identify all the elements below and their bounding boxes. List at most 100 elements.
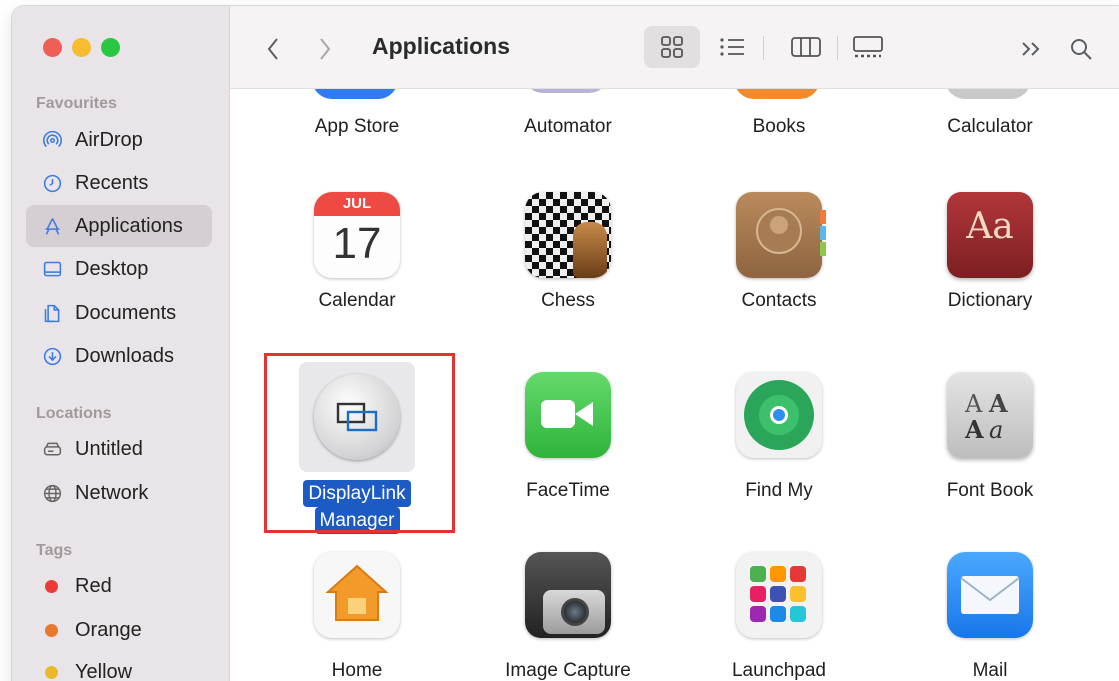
sidebar-item-applications[interactable]: Applications [26,205,212,247]
mail-icon [947,552,1033,638]
tags-heading: Tags [36,542,73,559]
favourites-heading: Favourites [36,95,117,112]
column-view-button[interactable] [778,26,834,68]
sidebar-item-desktop[interactable]: Desktop [26,248,212,290]
app-item-find-my[interactable]: Find My [679,372,879,502]
sidebar-item-label: AirDrop [75,128,143,151]
sidebar-item-label: Documents [75,301,177,324]
app-label: Dictionary [947,290,1033,311]
sidebar-item-tag-orange[interactable]: Orange [26,609,212,651]
app-item-image-capture[interactable]: Image Capture [468,552,668,681]
sidebar-item-tag-red[interactable]: Red [26,565,212,607]
minimize-button[interactable] [72,38,91,57]
books-icon [734,89,820,99]
calendar-day: 17 [332,219,382,268]
sidebar-item-label: Orange [75,618,142,641]
app-item-home[interactable]: Home [257,552,457,681]
envelope-icon [960,576,1020,614]
chevron-right-icon [320,38,331,60]
gallery-view-button[interactable] [840,26,896,68]
monitors-icon [336,402,378,432]
app-store-icon [312,89,398,99]
drive-icon [41,438,63,460]
app-label: Mail [972,660,1008,681]
app-label: Find My [745,480,813,501]
locations-heading: Locations [36,405,112,422]
sidebar-item-downloads[interactable]: Downloads [26,335,212,377]
app-item-launchpad[interactable]: Launchpad [679,552,879,681]
app-label: FaceTime [526,480,610,501]
app-label: Font Book [946,480,1034,501]
icon-grid: App Store Automator Books Calculator JUL… [230,89,1119,681]
list-icon [720,38,744,56]
chevron-double-right-icon [1022,42,1040,56]
sidebar-item-recents[interactable]: Recents [26,162,212,204]
automator-icon [523,89,609,93]
app-item-automator[interactable]: Automator [468,116,668,138]
calculator-icon [945,89,1031,99]
app-item-font-book[interactable]: A A A a Font Book [890,372,1090,502]
network-icon [41,482,63,504]
toolbar: Applications [230,6,1119,89]
grid-icon [661,36,683,58]
more-toolbar-button[interactable] [1016,36,1046,62]
font-book-icon: A A A a [947,372,1033,458]
sidebar-item-tag-yellow[interactable]: Yellow [26,651,212,681]
app-label: Calendar [318,290,396,311]
sidebar-item-label: Applications [75,214,183,237]
app-item-calculator[interactable]: Calculator [890,116,1090,138]
finder-window: Favourites AirDrop Recents Applications … [12,6,1119,681]
app-label: Automator [524,116,612,137]
sidebar-item-airdrop[interactable]: AirDrop [26,119,212,161]
app-item-app-store[interactable]: App Store [257,116,457,138]
icon-view-button[interactable] [644,26,700,68]
app-label: Books [752,116,806,137]
search-button[interactable] [1066,34,1096,64]
app-item-facetime[interactable]: FaceTime [468,372,668,502]
sidebar-item-label: Yellow [75,660,133,681]
zoom-button[interactable] [101,38,120,57]
clock-icon [41,172,63,194]
app-label: Home [331,660,383,681]
calendar-month: JUL [314,192,400,216]
list-view-button[interactable] [704,26,760,68]
chevron-left-icon [267,38,278,60]
dictionary-icon: Aa [947,192,1033,278]
app-item-dictionary[interactable]: Aa Dictionary [890,192,1090,312]
home-icon [314,552,400,638]
svg-text:A: A [964,390,983,418]
applications-icon [41,215,63,237]
app-label-line2: Manager [314,507,400,534]
image-capture-icon [525,552,611,638]
app-item-mail[interactable]: Mail [890,552,1090,681]
app-label: App Store [314,116,400,137]
chess-icon [525,192,611,278]
app-label: Image Capture [505,660,631,681]
app-item-calendar[interactable]: JUL 17 Calendar [257,192,457,312]
selected-icon-background [299,362,415,472]
calendar-icon: JUL 17 [314,192,400,278]
app-label: Calculator [947,116,1033,137]
app-label: Contacts [741,290,817,311]
app-label: Launchpad [731,660,827,681]
sidebar-item-label: Untitled [75,437,143,460]
launchpad-icon [736,552,822,638]
svg-text:A: A [964,415,984,444]
font-glyphs-icon: A A A a [964,389,1008,444]
app-item-contacts[interactable]: Contacts [679,192,879,312]
close-button[interactable] [43,38,62,57]
app-item-displaylink-manager[interactable]: DisplayLink Manager [257,362,457,534]
sidebar-item-network[interactable]: Network [26,472,212,514]
forward-button[interactable] [312,34,338,64]
contacts-icon [736,192,826,278]
sidebar-item-label: Desktop [75,257,149,280]
sidebar-item-documents[interactable]: Documents [26,292,212,334]
desktop-icon [41,258,63,280]
gallery-icon [853,36,883,58]
facetime-icon [525,372,611,458]
app-item-chess[interactable]: Chess [468,192,668,312]
window-title: Applications [372,33,511,59]
sidebar-item-untitled[interactable]: Untitled [26,428,212,470]
back-button[interactable] [260,34,286,64]
app-item-books[interactable]: Books [679,116,879,138]
